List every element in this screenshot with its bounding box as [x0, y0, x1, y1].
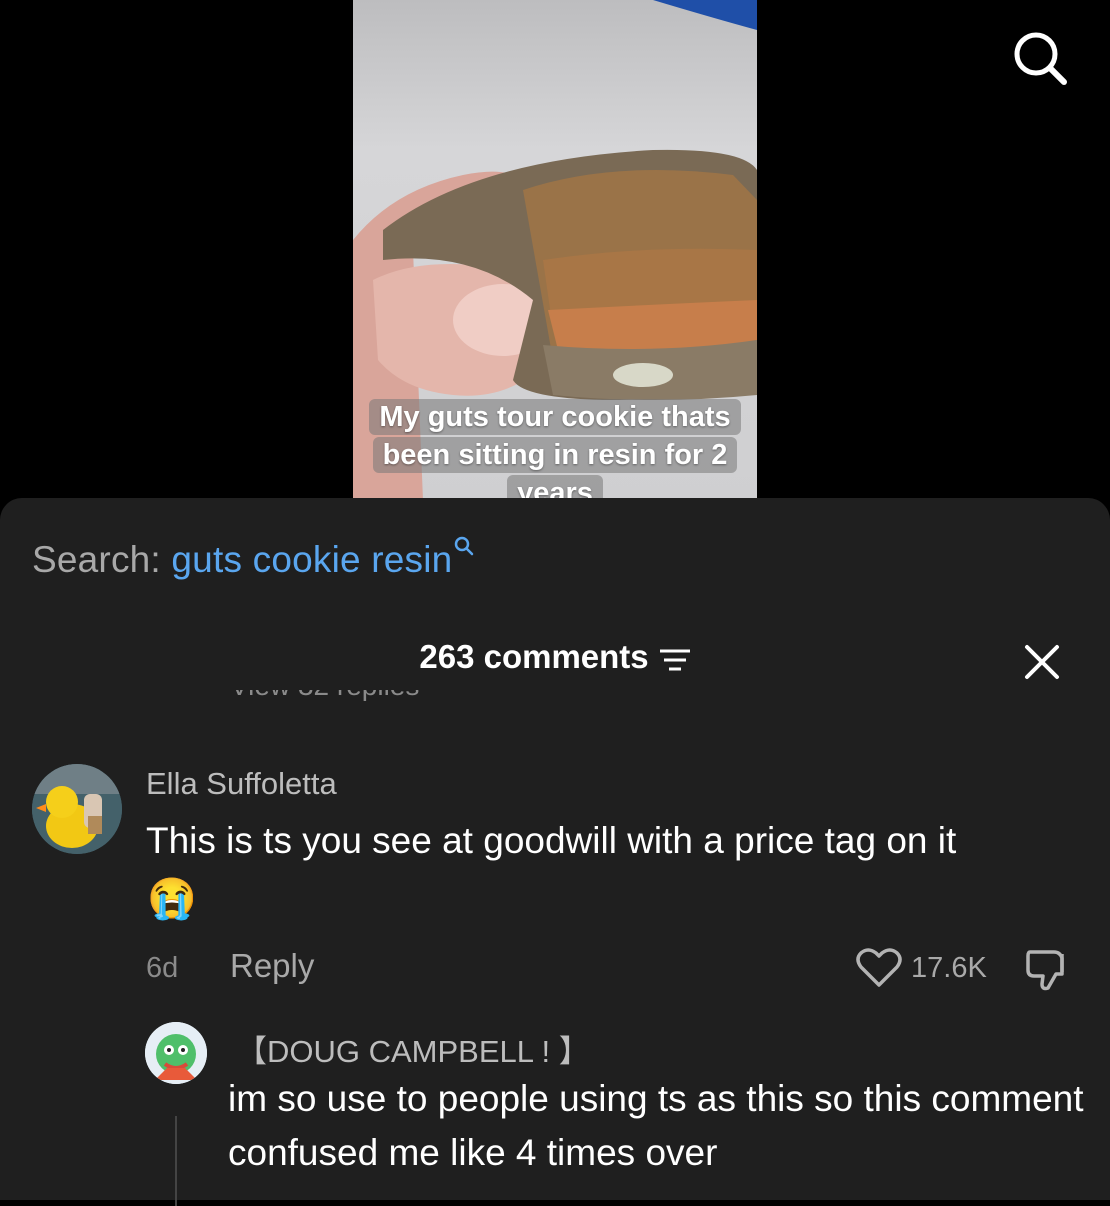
reply-text: im so use to people using ts as this so … [228, 1078, 1084, 1173]
view-replies-link[interactable]: View 32 replies [230, 690, 470, 708]
video-caption: My guts tour cookie thats been sitting i… [360, 398, 750, 500]
reply-author[interactable]: 【DOUG CAMPBELL ! 】 [236, 1026, 590, 1071]
related-search[interactable]: Search: guts cookie resin [32, 536, 474, 581]
comment-age: 6d [146, 952, 179, 984]
comments-sheet: Search: guts cookie resin 263 comments V… [0, 498, 1110, 1206]
avatar[interactable] [145, 1022, 207, 1084]
comments-count: 263 comments [419, 638, 649, 675]
heart-icon[interactable] [856, 948, 902, 993]
dislike-icon[interactable] [1024, 948, 1070, 997]
search-prefix: Search: [32, 539, 172, 580]
comment-text: This is ts you see at goodwill with a pr… [146, 820, 957, 861]
close-icon[interactable] [1024, 644, 1060, 680]
search-term-link[interactable]: guts cookie resin [171, 539, 452, 580]
comment-author[interactable]: Ella Suffoletta [146, 766, 337, 802]
comments-count-header[interactable]: 263 comments [0, 638, 1110, 676]
reply-button[interactable]: Reply [230, 947, 314, 985]
search-small-icon [455, 536, 474, 556]
thread-line [175, 1116, 177, 1206]
crying-emoji: 😭 [147, 877, 197, 921]
filter-icon[interactable] [659, 648, 691, 672]
video-preview[interactable]: My guts tour cookie thats been sitting i… [353, 0, 757, 500]
avatar[interactable] [32, 764, 122, 854]
like-count: 17.6K [911, 952, 987, 984]
search-icon[interactable] [1010, 28, 1070, 88]
